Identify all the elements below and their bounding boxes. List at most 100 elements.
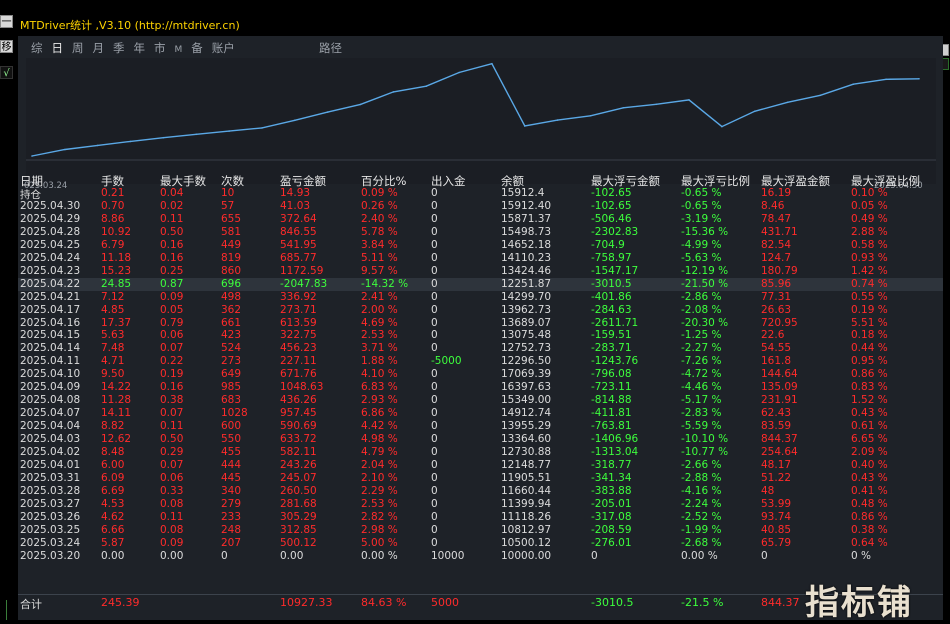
table-row[interactable]: 2025.04.08 11.28 0.38 683 436.26 2.93 % 0 15349… xyxy=(18,394,943,407)
table-cell: 431.71 xyxy=(761,225,798,238)
table-row[interactable]: 2025.04.30 0.70 0.02 57 41.03 0.26 % 0 15912.40… xyxy=(18,200,943,213)
table-cell: 0.07 xyxy=(160,342,184,355)
table-cell: -723.11 xyxy=(591,381,632,394)
table-row[interactable]: 2025.04.16 17.37 0.79 661 613.59 4.69 % 0 13689… xyxy=(18,317,943,330)
table-cell: -383.88 xyxy=(591,484,632,497)
table-cell: 0 xyxy=(431,407,438,420)
table-cell: 0 xyxy=(431,497,438,510)
table-cell: 362 xyxy=(221,303,242,316)
table-row[interactable]: 2025.04.07 14.11 0.07 1028 957.45 6.86 % 0 1491… xyxy=(18,407,943,420)
table-cell: 0 xyxy=(431,536,438,549)
table-row[interactable]: 2025.04.25 6.79 0.16 449 541.95 3.84 % 0 14652.… xyxy=(18,239,943,252)
table-row[interactable]: 2025.04.02 8.48 0.29 455 582.11 4.79 % 0 12730.… xyxy=(18,446,943,459)
table-row[interactable]: 2025.04.23 15.23 0.25 860 1172.59 9.57 % 0 1342… xyxy=(18,265,943,278)
table-cell: 2.41 % xyxy=(361,290,398,303)
table-cell: 13364.60 xyxy=(501,433,552,446)
table-row[interactable]: 2025.03.26 4.62 0.11 233 305.29 2.82 % 0 11118.… xyxy=(18,511,943,524)
equity-point xyxy=(195,133,198,136)
tab-8[interactable]: 备 xyxy=(191,40,203,56)
table-row[interactable]: 2025.04.11 4.71 0.22 273 227.11 1.88 % -5000 12… xyxy=(18,355,943,368)
table-cell: 819 xyxy=(221,251,242,264)
tab-9[interactable]: 账户 xyxy=(212,40,235,56)
table-cell: 0 xyxy=(431,212,438,225)
table-row[interactable]: 2025.03.27 4.53 0.08 279 281.68 2.53 % 0 11399.… xyxy=(18,498,943,511)
table-row[interactable]: 2025.04.10 9.50 0.19 649 671.76 4.10 % 0 17069.… xyxy=(18,368,943,381)
table-row[interactable]: 2025.03.25 6.66 0.08 248 312.85 2.98 % 0 10812.… xyxy=(18,524,943,537)
tab-4[interactable]: 季 xyxy=(113,40,125,56)
table-cell: 0 xyxy=(431,368,438,381)
table-cell: 0.18 % xyxy=(851,329,888,342)
table-cell: 340 xyxy=(221,484,242,497)
table-row[interactable]: 2025.04.01 6.00 0.07 444 243.26 2.04 % 0 12148.… xyxy=(18,459,943,472)
table-cell: -3010.5 xyxy=(591,277,632,290)
total-cell: 84.63 % xyxy=(361,596,407,609)
table-cell: 10812.97 xyxy=(501,523,552,536)
table-cell: 0 xyxy=(431,381,438,394)
minimize-button[interactable]: 一 xyxy=(0,15,13,28)
table-cell: 16397.63 xyxy=(501,381,552,394)
equity-chart: 025.03.24 2025.04.30 xyxy=(24,58,936,191)
table-cell: -317.08 xyxy=(591,510,632,523)
table-cell: 683 xyxy=(221,394,242,407)
tab-1[interactable]: 日 xyxy=(52,40,64,56)
table-cell: 444 xyxy=(221,458,242,471)
table-row[interactable]: 持仓 0.21 0.04 10 14.93 0.09 % 0 15912.4 -102.65 -0… xyxy=(18,187,943,201)
tab-3[interactable]: 月 xyxy=(93,40,105,56)
table-row[interactable]: 2025.03.28 6.69 0.33 340 260.50 2.29 % 0 11660.… xyxy=(18,485,943,498)
table-cell: 24.85 xyxy=(101,277,132,290)
table-row[interactable]: 2025.03.31 6.09 0.06 445 245.07 2.10 % 0 11905.… xyxy=(18,472,943,485)
table-cell: -2.68 % xyxy=(681,536,722,549)
table-cell: 2025.03.24 xyxy=(20,536,81,549)
table-row[interactable]: 2025.04.29 8.86 0.11 655 372.64 2.40 % 0 15871.… xyxy=(18,213,943,226)
table-row[interactable]: 2025.04.15 5.63 0.06 423 322.75 2.53 % 0 13075.… xyxy=(18,329,943,342)
table-cell: 0 xyxy=(431,484,438,497)
table-cell: 13424.46 xyxy=(501,264,552,277)
table-cell: -758.97 xyxy=(591,251,632,264)
table-cell: 1048.63 xyxy=(280,381,324,394)
table-row[interactable]: 2025.04.14 7.48 0.07 524 456.23 3.71 % 0 12752.… xyxy=(18,342,943,355)
move-button[interactable]: 移 xyxy=(0,40,13,53)
table-cell: 2.98 % xyxy=(361,523,398,536)
table-row[interactable]: 2025.04.21 7.12 0.09 498 336.92 2.41 % 0 14299.… xyxy=(18,291,943,304)
table-row[interactable]: 2025.04.09 14.22 0.16 985 1048.63 6.83 % 0 1639… xyxy=(18,381,943,394)
table-row[interactable]: 2025.03.20 0.00 0.00 0 0.00 0.00 % 10000 10000.… xyxy=(18,550,943,563)
table-row[interactable]: 2025.04.04 8.82 0.11 600 590.69 4.42 % 0 13955.… xyxy=(18,420,943,433)
table-cell: 5.51 % xyxy=(851,316,888,329)
table-cell: 4.69 % xyxy=(361,316,398,329)
table-cell: 0.43 % xyxy=(851,471,888,484)
tab-5[interactable]: 年 xyxy=(134,40,146,56)
table-cell: 14652.18 xyxy=(501,238,552,251)
table-cell: 0.38 xyxy=(160,394,184,407)
equity-point xyxy=(64,148,66,151)
table-cell: 500.12 xyxy=(280,536,317,549)
equity-point xyxy=(491,62,493,65)
table-row[interactable]: 2025.04.22 24.85 0.87 696 -2047.83 -14.32 % 0 1… xyxy=(18,277,943,291)
table-cell: 312.85 xyxy=(280,523,317,536)
equity-point xyxy=(622,107,625,109)
table-row[interactable]: 2025.03.24 5.87 0.09 207 500.12 5.00 % 0 10500.… xyxy=(18,537,943,550)
table-cell: 15912.4 xyxy=(501,187,545,199)
table-cell: 0.19 % xyxy=(851,303,888,316)
table-row[interactable]: 2025.04.24 11.18 0.16 819 685.77 5.11 % 0 14110… xyxy=(18,252,943,265)
table-cell: 85.96 xyxy=(761,277,792,290)
table-cell: -21.50 % xyxy=(681,277,729,290)
tab-0[interactable]: 综 xyxy=(31,40,43,56)
table-cell: -2047.83 xyxy=(280,277,328,290)
table-cell: 14.93 xyxy=(280,187,311,199)
tab-2[interactable]: 周 xyxy=(72,40,84,56)
check-icon[interactable]: √ xyxy=(0,66,13,79)
tab-6[interactable]: 市 xyxy=(154,40,166,56)
table-row[interactable]: 2025.04.17 4.85 0.05 362 273.71 2.00 % 0 13962.… xyxy=(18,304,943,317)
table-cell: 11.18 xyxy=(101,251,132,264)
tab-7[interactable]: M xyxy=(175,45,183,55)
path-button[interactable]: 路径 xyxy=(319,40,342,56)
table-row[interactable]: 2025.04.03 12.62 0.50 550 633.72 4.98 % 0 13364… xyxy=(18,433,943,446)
table-cell: 135.09 xyxy=(761,381,798,394)
table-cell: -5.59 % xyxy=(681,420,722,433)
table-cell: 17.37 xyxy=(101,316,132,329)
table-cell: 445 xyxy=(221,471,242,484)
total-cell: -21.5 % xyxy=(681,596,724,609)
table-cell: 0 xyxy=(431,264,438,277)
table-row[interactable]: 2025.04.28 10.92 0.50 581 846.55 5.78 % 0 15498… xyxy=(18,226,943,239)
table-cell: 0.09 xyxy=(160,536,184,549)
